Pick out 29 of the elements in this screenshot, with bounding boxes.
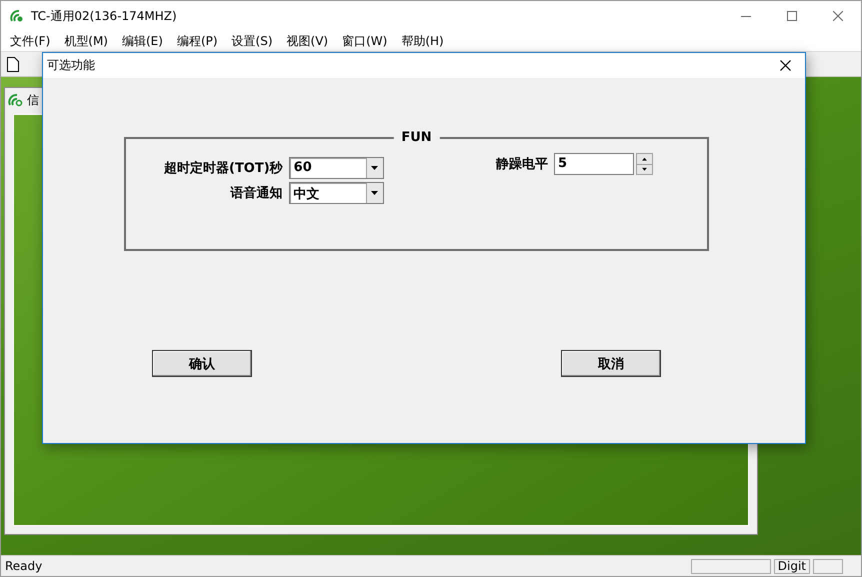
dropdown-arrow-icon[interactable] — [371, 191, 378, 195]
menu-item[interactable]: 视图(V) — [280, 30, 336, 52]
app-logo-icon — [9, 8, 25, 24]
number-field[interactable]: 5 — [554, 153, 634, 175]
dropdown-arrow-icon[interactable] — [371, 166, 378, 170]
menu-item[interactable]: 编辑(E) — [114, 30, 170, 52]
signal-logo-icon — [8, 93, 24, 107]
menu-item[interactable]: 窗口(W) — [335, 30, 394, 52]
menu-item[interactable]: 机型(M) — [57, 30, 115, 52]
new-file-icon[interactable] — [7, 56, 19, 72]
menu-item[interactable]: 设置(S) — [224, 30, 280, 52]
menu-item[interactable]: 编程(P) — [170, 30, 225, 52]
status-indicator: Digit — [774, 558, 810, 574]
status-text: Ready — [5, 559, 44, 573]
maximize-icon[interactable] — [787, 11, 797, 21]
field-label: 静躁电平 — [496, 156, 548, 173]
menu-item[interactable]: 帮助(H) — [394, 30, 451, 52]
status-pane — [813, 558, 843, 574]
child-window-title: 信 — [27, 92, 39, 108]
window-title: TC-通用02(136-174MHZ) — [31, 8, 178, 24]
field-label: 语音通知 — [230, 184, 283, 202]
close-icon[interactable] — [780, 60, 790, 71]
dialog-button[interactable]: 确认 — [152, 350, 252, 377]
field-label: 超时定时器(TOT)秒 — [164, 160, 283, 177]
dropdown-field[interactable]: 60 — [288, 157, 384, 179]
menu-item[interactable]: 文件(F) — [3, 30, 58, 52]
dialog-button[interactable]: 取消 — [561, 350, 661, 377]
dialog-title: 可选功能 — [47, 57, 96, 74]
dropdown-field[interactable]: 中文 — [288, 182, 384, 204]
